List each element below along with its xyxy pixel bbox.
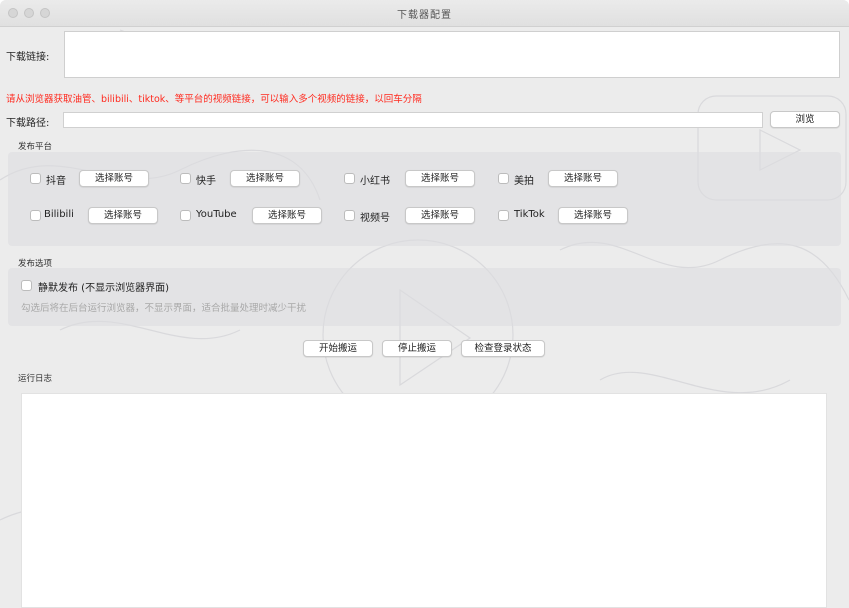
publish-options-group <box>8 268 841 326</box>
platform-label-youtube: YouTube <box>196 209 237 220</box>
select-account-button-douyin[interactable]: 选择账号 <box>79 170 149 187</box>
download-url-input[interactable] <box>64 31 840 78</box>
check-login-button[interactable]: 检查登录状态 <box>461 340 545 357</box>
url-hint-text: 请从浏览器获取油管、bilibili、tiktok、等平台的视频链接，可以输入多… <box>6 94 422 105</box>
select-account-button-shipinhao[interactable]: 选择账号 <box>405 207 475 224</box>
download-url-label: 下载链接: <box>6 52 50 63</box>
silent-publish-checkbox[interactable] <box>21 280 32 291</box>
platform-label-meipai: 美拍 <box>514 176 534 187</box>
stop-transfer-button[interactable]: 停止搬运 <box>382 340 452 357</box>
platform-checkbox-douyin[interactable] <box>30 173 41 184</box>
platform-checkbox-shipinhao[interactable] <box>344 210 355 221</box>
title-bar: 下载器配置 <box>0 0 849 27</box>
publish-platforms-title: 发布平台 <box>18 142 53 152</box>
log-title: 运行日志 <box>18 374 53 384</box>
select-account-button-bilibili[interactable]: 选择账号 <box>88 207 158 224</box>
platform-checkbox-youtube[interactable] <box>180 210 191 221</box>
select-account-button-youtube[interactable]: 选择账号 <box>252 207 322 224</box>
log-output[interactable] <box>21 393 827 608</box>
app-window: 下载器配置 下载链接: 请从浏览器获取油管、bilibili、tiktok、等平… <box>0 0 849 608</box>
select-account-button-tiktok[interactable]: 选择账号 <box>558 207 628 224</box>
window-title: 下载器配置 <box>397 10 452 21</box>
silent-publish-label: 静默发布 (不显示浏览器界面) <box>38 283 169 294</box>
publish-platforms-group <box>8 152 841 246</box>
silent-publish-description: 勾选后将在后台运行浏览器，不显示界面，适合批量处理时减少干扰 <box>21 303 307 314</box>
download-path-label: 下载路径: <box>6 118 50 129</box>
platform-label-xiaohongshu: 小红书 <box>360 176 390 187</box>
platform-checkbox-bilibili[interactable] <box>30 210 41 221</box>
select-account-button-xiaohongshu[interactable]: 选择账号 <box>405 170 475 187</box>
platform-label-shipinhao: 视频号 <box>360 213 390 224</box>
download-path-input[interactable] <box>63 112 763 128</box>
start-transfer-button[interactable]: 开始搬运 <box>303 340 373 357</box>
platform-checkbox-meipai[interactable] <box>498 173 509 184</box>
platform-checkbox-kuaishou[interactable] <box>180 173 191 184</box>
select-account-button-kuaishou[interactable]: 选择账号 <box>230 170 300 187</box>
platform-label-tiktok: TikTok <box>514 209 545 220</box>
select-account-button-meipai[interactable]: 选择账号 <box>548 170 618 187</box>
platform-label-douyin: 抖音 <box>46 176 66 187</box>
platform-checkbox-tiktok[interactable] <box>498 210 509 221</box>
platform-label-bilibili: Bilibili <box>44 209 74 220</box>
browse-button[interactable]: 浏览 <box>770 111 840 128</box>
platform-label-kuaishou: 快手 <box>196 176 216 187</box>
platform-checkbox-xiaohongshu[interactable] <box>344 173 355 184</box>
